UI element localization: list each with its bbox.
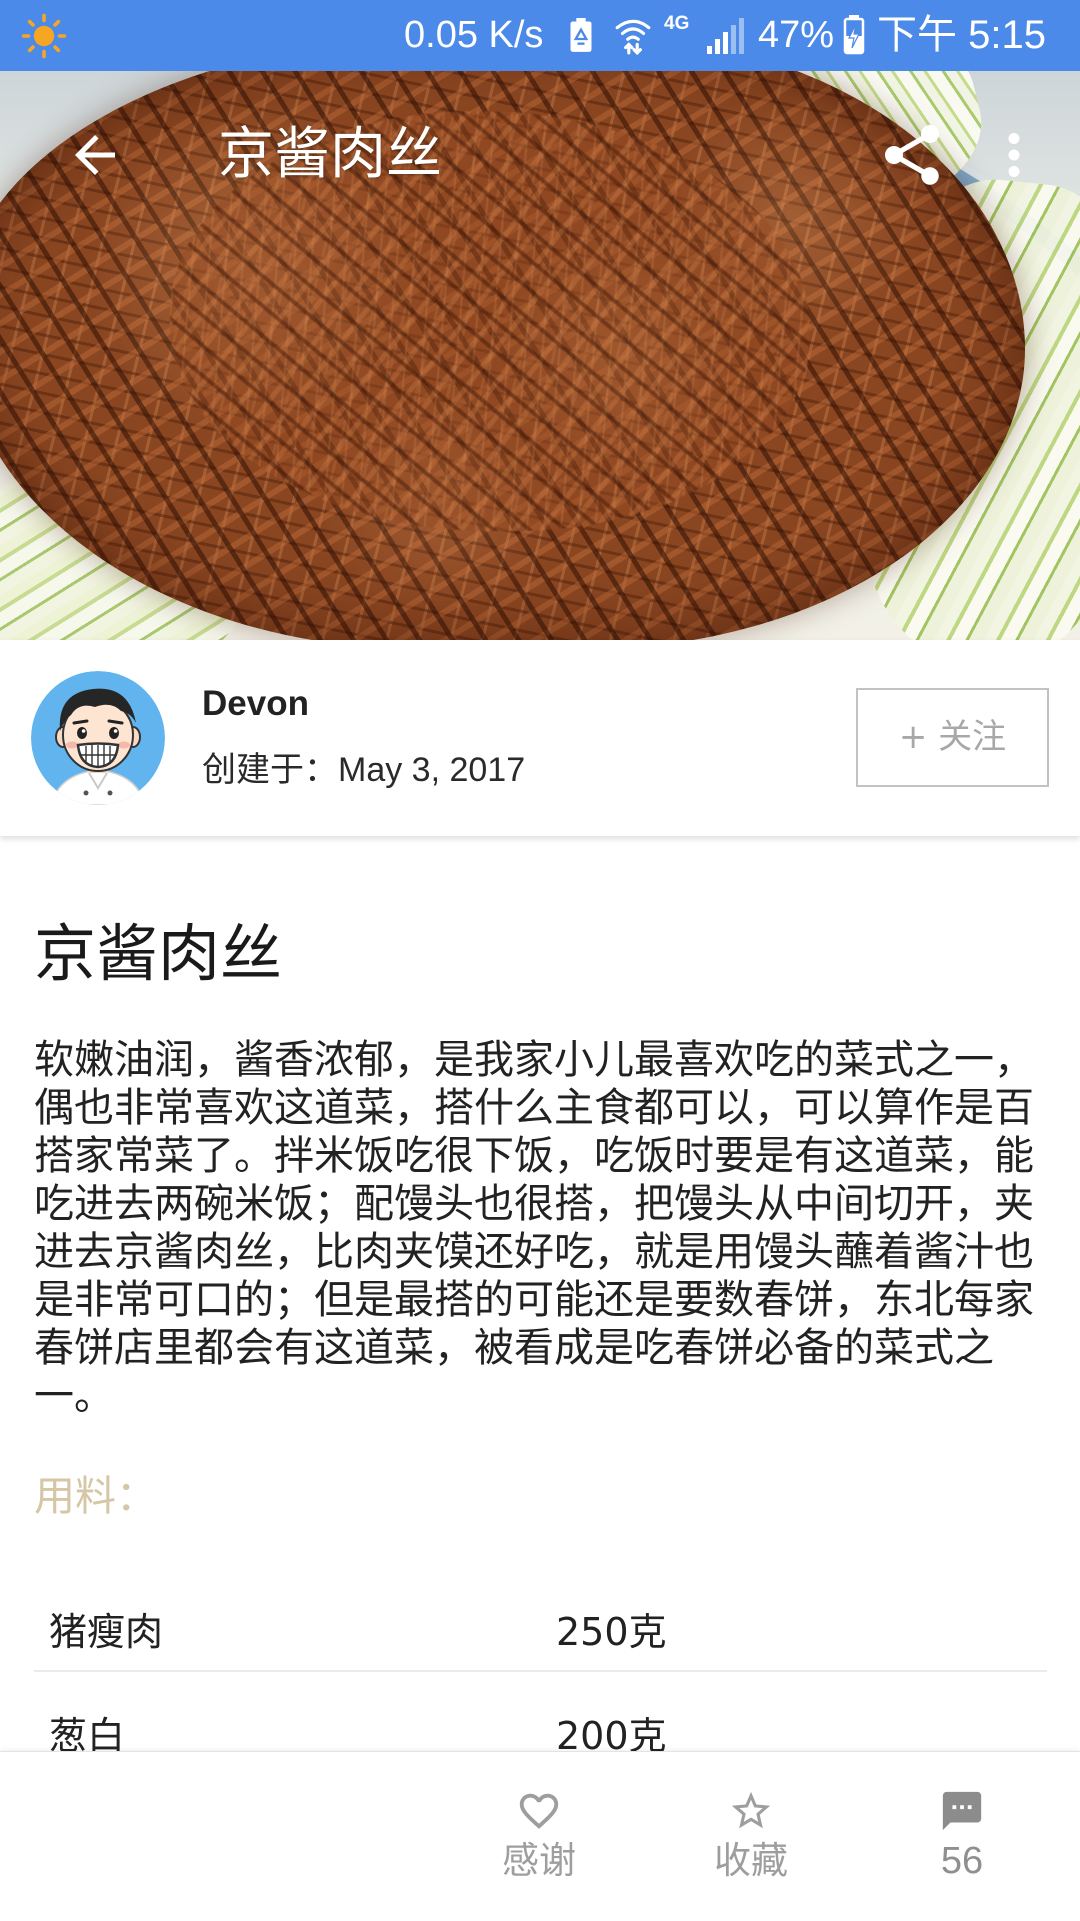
divider	[34, 1670, 1047, 1672]
author-card: Devon 创建于：May 3, 2017 + 关注	[0, 640, 1080, 836]
ingredient-amount: 250克	[556, 1610, 667, 1654]
toolbar-title: 京酱肉丝	[218, 122, 442, 187]
ingredients-heading: 用料：	[34, 1472, 157, 1520]
favorite-label: 收藏	[714, 1839, 788, 1882]
created-label: 创建于：	[202, 750, 338, 790]
comments-count: 56	[940, 1840, 984, 1882]
comments-button[interactable]: 56	[892, 1752, 1032, 1921]
more-vert-icon[interactable]	[981, 122, 1047, 188]
network-type: 4G	[664, 13, 690, 34]
bottom-action-bar: 感谢 收藏 56	[0, 1751, 1080, 1921]
arrow-back-icon[interactable]	[65, 125, 125, 185]
heart-outline-icon	[519, 1793, 559, 1829]
thanks-label: 感谢	[502, 1839, 576, 1882]
battery-percent: 47%	[758, 14, 835, 56]
follow-button[interactable]: + 关注	[856, 688, 1049, 787]
ingredient-row: 猪瘦肉 250克	[34, 1608, 1047, 1712]
ingredient-name: 猪瘦肉	[49, 1610, 164, 1654]
network-speed: 0.05 K/s	[404, 14, 544, 56]
created-date: 创建于：May 3, 2017	[202, 748, 525, 792]
created-date-value: May 3, 2017	[338, 751, 526, 789]
comment-icon	[942, 1791, 982, 1831]
recipe-description: 软嫩油润，酱香浓郁，是我家小儿最喜欢吃的菜式之一，偶也非常喜欢这道菜，搭什么主食…	[34, 1037, 1034, 1419]
battery-charging-icon	[843, 15, 865, 55]
clock: 下午 5:15	[877, 13, 1046, 57]
share-icon[interactable]	[876, 119, 948, 191]
recipe-title: 京酱肉丝	[34, 917, 283, 990]
avatar[interactable]	[31, 671, 165, 805]
thanks-button[interactable]: 感谢	[469, 1752, 609, 1921]
sun-icon	[21, 13, 67, 59]
favorite-button[interactable]: 收藏	[681, 1752, 821, 1921]
wifi-icon	[615, 19, 651, 55]
status-bar: 0.05 K/s 4G 47% 下午 5:15	[0, 0, 1080, 71]
signal-icon	[707, 18, 744, 54]
author-name[interactable]: Devon	[202, 682, 309, 726]
battery-saver-icon	[570, 18, 592, 52]
star-outline-icon	[731, 1791, 771, 1829]
